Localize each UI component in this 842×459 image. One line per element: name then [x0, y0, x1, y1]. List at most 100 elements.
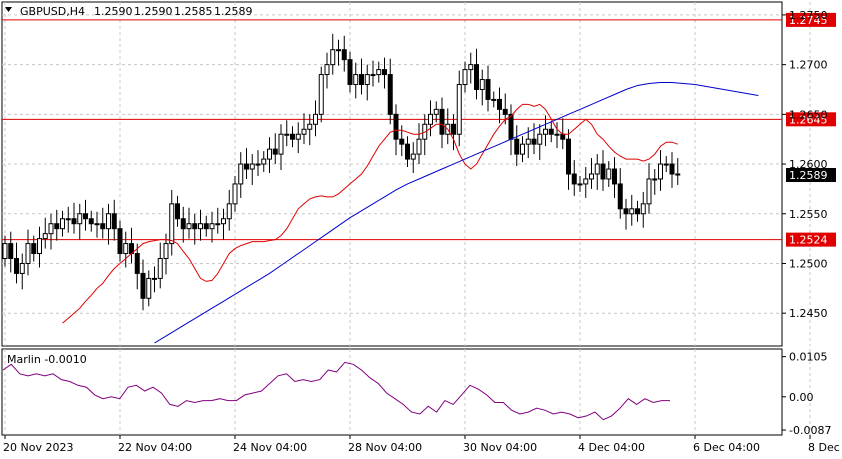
- candle-body: [261, 158, 267, 165]
- candle-body: [48, 223, 54, 235]
- candle-body: [54, 223, 60, 230]
- candle-body: [290, 133, 295, 140]
- time-axis: 20 Nov 2023 22 Nov 04:00 24 Nov 04:00 28 No…: [3, 435, 842, 454]
- candle-body: [313, 113, 318, 125]
- candle-body: [479, 79, 485, 90]
- candle-body: [416, 138, 422, 155]
- candle-body: [497, 98, 502, 110]
- candle-body: [646, 178, 652, 205]
- candle-body: [37, 238, 42, 255]
- candle-body: [629, 208, 635, 215]
- level-label: 1.2524: [789, 234, 828, 247]
- candle-body: [134, 253, 140, 274]
- candle-body: [244, 163, 249, 170]
- candle-body: [433, 108, 439, 115]
- candle-body: [255, 163, 261, 166]
- y-tick-label: 1.2500: [789, 257, 828, 270]
- candle-body: [456, 84, 462, 135]
- candle-body: [31, 243, 37, 255]
- candle-body: [428, 113, 433, 125]
- candle-body: [554, 133, 560, 136]
- candle-body: [226, 203, 232, 220]
- candle-body: [324, 64, 330, 76]
- candle-body: [474, 64, 479, 90]
- candle-body: [468, 64, 474, 71]
- candle-body: [330, 49, 336, 66]
- x-tick-label: 28 Nov 04:00: [348, 441, 422, 454]
- candle-body: [617, 183, 623, 210]
- candle-body: [169, 203, 175, 245]
- candle-body: [606, 168, 612, 180]
- candle-body: [65, 218, 71, 221]
- candle-body: [353, 74, 359, 86]
- candle-body: [577, 183, 583, 186]
- candle-body: [19, 262, 25, 274]
- candle-body: [347, 59, 353, 86]
- candle-body: [560, 133, 566, 140]
- candle-body: [25, 243, 31, 264]
- header-symbol: GBPUSD,H4: [20, 5, 85, 18]
- y-tick-label: 1.2700: [789, 59, 828, 72]
- candle-body: [77, 213, 83, 225]
- candle-body: [640, 203, 646, 215]
- candle-body: [583, 178, 589, 185]
- candle-body: [537, 133, 543, 145]
- candle-body: [491, 98, 497, 101]
- candle-body: [612, 168, 617, 185]
- candle-body: [376, 69, 382, 76]
- candle-body: [117, 228, 123, 255]
- candle-body: [462, 69, 468, 86]
- candle-body: [100, 223, 106, 230]
- candle-body: [60, 218, 65, 230]
- candle-body: [209, 223, 215, 230]
- candle-body: [111, 213, 117, 230]
- x-tick-label: 24 Nov 04:00: [233, 441, 307, 454]
- header-low: 1.2585: [174, 5, 213, 18]
- candle-body: [221, 218, 226, 225]
- candle-body: [295, 133, 301, 140]
- main-panel-frame: [1, 1, 783, 347]
- y-tick-label: 1.2550: [789, 208, 828, 221]
- indicator-panel-frame: [1, 348, 783, 436]
- candle-body: [658, 163, 663, 180]
- candle-body: [393, 113, 399, 140]
- candle-body: [589, 173, 594, 180]
- candle-body: [566, 138, 571, 175]
- candle-body: [543, 128, 548, 135]
- candle-body: [508, 113, 514, 140]
- candle-body: [364, 74, 370, 86]
- candle-body: [157, 258, 163, 279]
- candle-body: [106, 213, 111, 230]
- candle-body: [399, 138, 405, 145]
- header-close: 1.2589: [214, 5, 253, 18]
- candle-body: [14, 258, 19, 274]
- y-tick-label: 1.2750: [789, 9, 828, 22]
- candle-body: [382, 69, 387, 76]
- candle-body: [180, 218, 186, 230]
- candle-body: [410, 153, 416, 160]
- candle-body: [307, 123, 313, 130]
- candle-body: [175, 203, 180, 220]
- candle-body: [94, 223, 100, 226]
- candle-body: [238, 163, 244, 185]
- candle-body: [485, 79, 491, 100]
- candle-body: [140, 272, 146, 299]
- x-tick-label: 22 Nov 04:00: [118, 441, 192, 454]
- x-tick-label: 30 Nov 04:00: [463, 441, 537, 454]
- candle-body: [623, 208, 629, 215]
- candle-body: [215, 223, 221, 226]
- x-tick-label: 8 Dec 04:00: [808, 441, 842, 454]
- y-tick-label: 1.2650: [789, 108, 828, 121]
- candle-body: [336, 49, 341, 52]
- x-tick-label: 6 Dec 04:00: [693, 441, 760, 454]
- candle-body: [186, 223, 192, 230]
- candle-body: [71, 218, 77, 225]
- candle-body: [301, 128, 307, 135]
- candle-body: [267, 148, 272, 160]
- candle-body: [663, 163, 669, 166]
- osc-tick-label: 0.0105: [789, 351, 828, 364]
- candle-body: [272, 148, 278, 155]
- candle-body: [163, 243, 169, 260]
- x-tick-label: 4 Dec 04:00: [578, 441, 645, 454]
- current-price-label: 1.2589: [789, 169, 828, 182]
